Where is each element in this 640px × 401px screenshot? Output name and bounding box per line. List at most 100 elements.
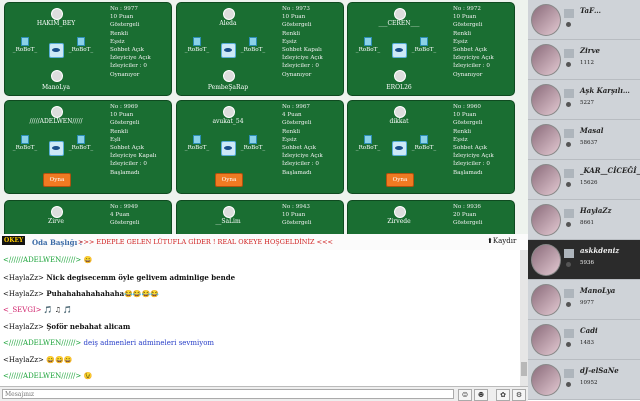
emoji-icon[interactable]: ☺ [458,389,472,401]
chat-sender[interactable]: <//////ADELWEN//////> [3,339,81,347]
seat-top[interactable]: Zirve [21,218,91,225]
table-info-watchers: İzleyiciler : 0 [110,63,147,70]
seat-right[interactable]: _RoBoT_ [61,135,101,151]
chat-sender[interactable]: <//////ADELWEN//////> [3,256,81,264]
seat-top[interactable]: Aleda [193,20,263,27]
robot-icon [193,135,201,144]
room-title-label: Oda Başlığı : [32,238,83,247]
table-info-chat: Sohbet Açık [110,145,145,152]
user-avatar[interactable] [531,44,561,76]
settings-icon[interactable]: ⚙ [512,389,526,401]
gift-icon[interactable]: ✿ [496,389,510,401]
robot-icon [249,135,257,144]
user-list-item[interactable]: Masal 58637 [528,120,640,160]
game-table[interactable]: HAKIM_BEY _RoBoT_ _RoBoT_ ManoLya No : 9977 1… [4,2,172,96]
seat-left[interactable]: _RoBoT_ [5,37,45,53]
user-list-item[interactable]: askkdeniz 5936 [528,240,640,280]
table-info: No : 9936 20 Puan Göstergeli [453,203,514,228]
user-avatar[interactable] [531,4,561,36]
user-avatar[interactable] [531,324,561,356]
seat-top[interactable]: __SaLim [193,218,263,225]
robot-icon [193,37,201,46]
seat-top[interactable]: HAKIM_BEY [21,20,91,27]
user-list: TaF… Zirve 1112 Aşk Karşılı… 5227 Masal 58637 _… [528,0,640,400]
seat-left[interactable]: _RoBoT_ [5,135,45,151]
game-table[interactable]: avukat_54 _RoBoT_ _RoBoT_ Oyna No : 9967 4 Pu… [176,100,344,194]
user-list-item[interactable]: Aşk Karşılı… 5227 [528,80,640,120]
seat-left-name: _RoBoT_ [184,47,210,53]
play-button[interactable]: Oyna [386,173,414,187]
table-info-points: 10 Puan [453,112,477,119]
watch-eye-icon[interactable] [221,141,236,156]
user-name: Zirve [580,46,600,55]
seat-top[interactable]: ___CEREN___ [364,20,434,27]
user-name: askkdeniz [580,246,620,255]
seat-left[interactable]: _RoBoT_ [177,37,217,53]
user-list-item[interactable]: dJ-elSaNe 10952 [528,360,640,400]
game-table[interactable]: Zirvede No : 9936 20 Puan Göstergeli [347,200,515,234]
watch-eye-icon[interactable] [392,43,407,58]
seat-right[interactable]: _RoBoT_ [404,135,444,151]
seat-left[interactable]: _RoBoT_ [177,135,217,151]
game-table[interactable]: Zirve No : 9949 4 Puan Göstergeli [4,200,172,234]
user-list-item[interactable]: TaF… [528,0,640,40]
seat-right[interactable]: _RoBoT_ [233,135,273,151]
chat-sender[interactable]: <_SEVGI> [3,306,42,314]
game-table[interactable]: ___CEREN___ _RoBoT_ _RoBoT_ EROL26 No : 9972… [347,2,515,96]
chat-sender[interactable]: <//////ADELWEN//////> [3,372,81,380]
game-table[interactable]: dikkat _RoBoT_ _RoBoT_ Oyna No : 9960 10 Puan… [347,100,515,194]
seat-right[interactable]: _RoBoT_ [233,37,273,53]
user-list-item[interactable]: Zirve 1112 [528,40,640,80]
user-avatar[interactable] [531,204,561,236]
chat-scrollbar[interactable] [520,250,528,386]
chat-sender[interactable]: <HaylaZz> [3,290,44,298]
game-table[interactable]: __SaLim No : 9943 10 Puan Göstergeli [176,200,344,234]
seat-top[interactable]: avukat_54 [193,118,263,125]
seat-right[interactable]: _RoBoT_ [61,37,101,53]
play-button[interactable]: Oyna [43,173,71,187]
user-avatar[interactable] [531,124,561,156]
watch-eye-icon[interactable] [49,141,64,156]
watch-eye-icon[interactable] [392,141,407,156]
table-info-no: No : 9960 [453,104,481,110]
message-input[interactable] [2,389,454,399]
table-info-display: Göstergeli [453,22,483,29]
game-table[interactable]: /////ADELWEN///// _RoBoT_ _RoBoT_ Oyna No : … [4,100,172,194]
user-avatar[interactable] [531,364,561,396]
user-avatar[interactable] [531,284,561,316]
user-list-item[interactable]: _KAR__CİCEĞİ_ 15626 [528,160,640,200]
seat-top[interactable]: dikkat [364,118,434,125]
seat-bottom[interactable]: PembeŞaRap [193,84,263,91]
play-button[interactable]: Oyna [215,173,243,187]
seat-left[interactable]: _RoBoT_ [348,37,388,53]
user-list-item[interactable]: Cadi 1483 [528,320,640,360]
watch-eye-icon[interactable] [221,43,236,58]
chat-text: deiş admenleri admineleri sevmiyom [81,338,215,347]
seat-top[interactable]: /////ADELWEN///// [21,118,91,125]
chat-sender[interactable]: <HaylaZz> [3,356,44,364]
seat-left[interactable]: _RoBoT_ [348,135,388,151]
chat-message: <//////ADELWEN//////> 😉 [3,372,92,380]
seat-bottom[interactable]: EROL26 [364,84,434,91]
scroll-toggle[interactable]: ⬆Kaydır [487,237,516,245]
seat-right[interactable]: _RoBoT_ [404,37,444,53]
chat-sender[interactable]: <HaylaZz> [3,323,44,331]
game-table[interactable]: Aleda _RoBoT_ _RoBoT_ PembeŞaRap No : 9973 10… [176,2,344,96]
user-points: 8661 [580,220,594,226]
status-dot-icon [566,102,571,107]
user-avatar[interactable] [531,84,561,116]
user-list-item[interactable]: HaylaZz 8661 [528,200,640,240]
table-info-chat: Sohbet Açık [453,47,488,54]
seat-bottom[interactable]: ManoLya [21,84,91,91]
chat-messages: <//////ADELWEN//////> 😄 <HaylaZz> Nick de… [0,250,520,386]
seat-top[interactable]: Zirvede [364,218,434,225]
user-avatar[interactable] [531,244,561,276]
chat-scroll-thumb[interactable] [521,362,527,376]
watch-eye-icon[interactable] [49,43,64,58]
chat-sender[interactable]: <HaylaZz> [3,274,44,282]
seat-right-name: _RoBoT_ [240,47,266,53]
user-avatar[interactable] [531,164,561,196]
user-points: 5227 [580,100,594,106]
user-list-item[interactable]: ManoLya 9977 [528,280,640,320]
smiley-icon[interactable]: ☻ [474,389,488,401]
